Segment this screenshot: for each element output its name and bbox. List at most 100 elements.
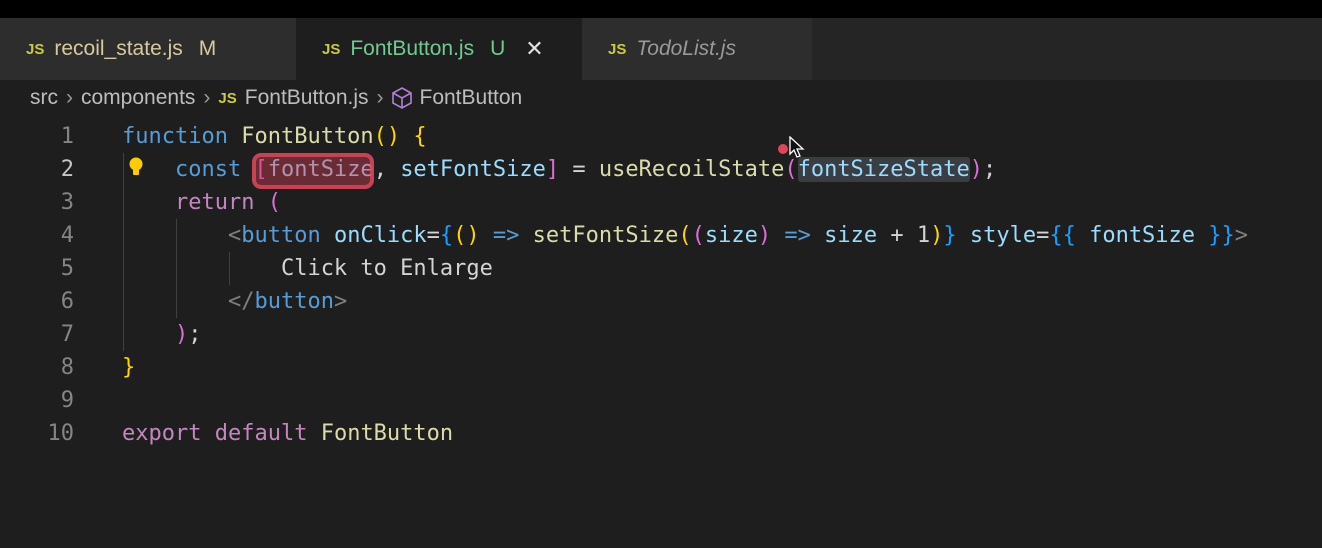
code-token: ) [969, 157, 984, 182]
indent-guide [123, 153, 124, 351]
breadcrumb-item[interactable]: FontButton [420, 86, 523, 110]
code-line[interactable]: 4 <button onClick={() => setFontSize((si… [0, 219, 1322, 252]
untracked-badge: U [490, 37, 506, 60]
code-text: <button onClick={() => setFontSize((size… [122, 219, 1248, 252]
code-token: ( [784, 157, 798, 182]
code-token: + [877, 223, 917, 248]
code-line[interactable]: 6 </button> [0, 285, 1322, 318]
breadcrumb-item[interactable]: components [81, 86, 195, 110]
code-token: useRecoilState [598, 157, 785, 182]
code-token: ; [188, 322, 202, 347]
annotation-highlight-box [252, 153, 374, 189]
code-token: default [214, 421, 308, 446]
code-token: < [227, 223, 242, 248]
code-editor[interactable]: 1 function FontButton() {2 const [fontSiz… [0, 120, 1322, 450]
code-token: ( [678, 223, 692, 248]
code-text: return ( [122, 186, 281, 219]
code-token: </ [227, 289, 255, 314]
line-number: 5 [60, 256, 74, 281]
code-token: button [254, 289, 334, 314]
code-token: ( [267, 190, 281, 215]
line-number: 10 [47, 421, 75, 446]
code-line[interactable]: 5 Click to Enlarge [0, 252, 1322, 285]
code-token: { [413, 124, 427, 149]
code-line[interactable]: 9 [0, 384, 1322, 417]
tab-todolist[interactable]: JS TodoList.js [582, 18, 812, 80]
code-line[interactable]: 1 function FontButton() { [0, 120, 1322, 153]
code-token: ; [983, 157, 997, 182]
component-cube-icon [391, 87, 412, 109]
breadcrumb-item[interactable]: src [30, 86, 58, 110]
code-token: = [426, 223, 440, 248]
indent-guide [176, 219, 177, 318]
code-token: export [122, 421, 202, 446]
code-text: export default FontButton [122, 417, 453, 450]
code-token: () [453, 223, 480, 248]
code-token: size [704, 223, 758, 248]
code-token: => [492, 223, 520, 248]
code-token: => [784, 223, 811, 248]
line-number: 3 [60, 190, 74, 215]
code-line[interactable]: 10 export default FontButton [0, 417, 1322, 450]
code-line[interactable]: 8} [0, 351, 1322, 384]
code-line[interactable]: 3 return ( [0, 186, 1322, 219]
code-text: } [122, 351, 135, 384]
code-token: FontButton [320, 421, 454, 446]
modified-badge: M [198, 37, 217, 60]
code-token: 1 [916, 223, 931, 248]
line-number: 4 [60, 223, 74, 248]
tab-recoil-state[interactable]: JS recoil_state.js M [0, 18, 296, 80]
chevron-right-icon: › [66, 86, 73, 109]
code-token: } [122, 355, 136, 380]
line-number: 6 [60, 289, 74, 314]
code-text: </button> [122, 285, 347, 318]
code-token: const [174, 157, 242, 182]
close-icon[interactable]: ✕ [525, 36, 543, 62]
line-number: 7 [60, 322, 74, 347]
code-token: ) [174, 322, 189, 347]
code-token: fontSize [1089, 223, 1196, 248]
code-token: button [241, 223, 321, 248]
js-file-icon: JS [608, 40, 627, 58]
lightbulb-icon[interactable] [128, 157, 144, 177]
line-number: 9 [60, 388, 74, 413]
js-file-icon: JS [26, 40, 45, 58]
code-text: Click to Enlarge [122, 252, 493, 285]
breadcrumb: src › components › JS FontButton.js › Fo… [30, 86, 522, 110]
code-line[interactable]: 2 const [fontSize, setFontSize] = useRec… [0, 153, 1322, 186]
code-text: function FontButton() { [122, 120, 427, 153]
click-indicator-dot [778, 144, 788, 154]
code-token: setFontSize [532, 223, 679, 248]
tab-fontbutton[interactable]: JS FontButton.js U ✕ [296, 18, 582, 80]
line-number: 1 [60, 124, 74, 149]
code-token: { [439, 223, 454, 248]
code-token: () [373, 124, 401, 149]
window-top-bar [0, 0, 1322, 18]
breadcrumb-item[interactable]: FontButton.js [245, 86, 369, 110]
line-number: 2 [60, 157, 74, 182]
code-token: } [943, 223, 957, 248]
code-token: }} [1208, 223, 1235, 248]
code-token: fontSizeState [797, 157, 970, 182]
indent-guide [229, 252, 230, 285]
code-token: size [824, 223, 878, 248]
code-token: return [174, 190, 255, 215]
code-token: {{ [1049, 223, 1076, 248]
code-line[interactable]: 7 ); [0, 318, 1322, 351]
code-text: ); [122, 318, 202, 351]
code-token: FontButton [241, 124, 374, 149]
